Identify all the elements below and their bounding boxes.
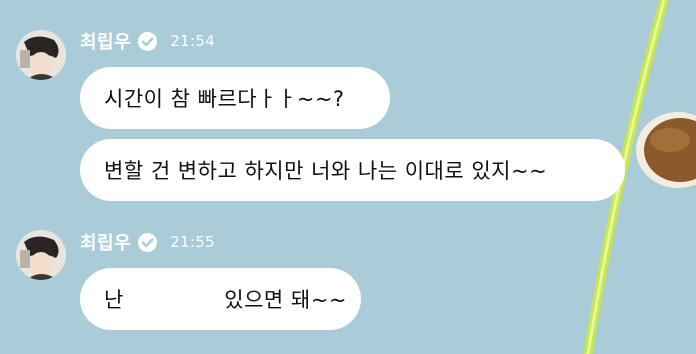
avatar-photo [16, 230, 66, 280]
sender-name[interactable]: 최립우 [80, 28, 131, 54]
message-bubble[interactable]: 변할 건 변하고 하지만 너와 나는 이대로 있지~~ [80, 139, 625, 201]
message-time: 21:54 [170, 32, 215, 50]
message-header: 최립우 21:55 [80, 229, 215, 255]
avatar[interactable] [16, 230, 66, 280]
message-time: 21:55 [170, 233, 215, 251]
message-header: 최립우 21:54 [80, 28, 215, 54]
verified-check-icon [137, 31, 158, 52]
message-bubble[interactable]: 시간이 참 빠르다ㅏㅏ~~? [80, 67, 390, 129]
message-bubble[interactable]: 난 있으면 돼~~ [80, 268, 361, 330]
verified-check-icon [137, 232, 158, 253]
avatar-photo [16, 30, 66, 80]
sender-name[interactable]: 최립우 [80, 229, 131, 255]
avatar[interactable] [16, 30, 66, 80]
